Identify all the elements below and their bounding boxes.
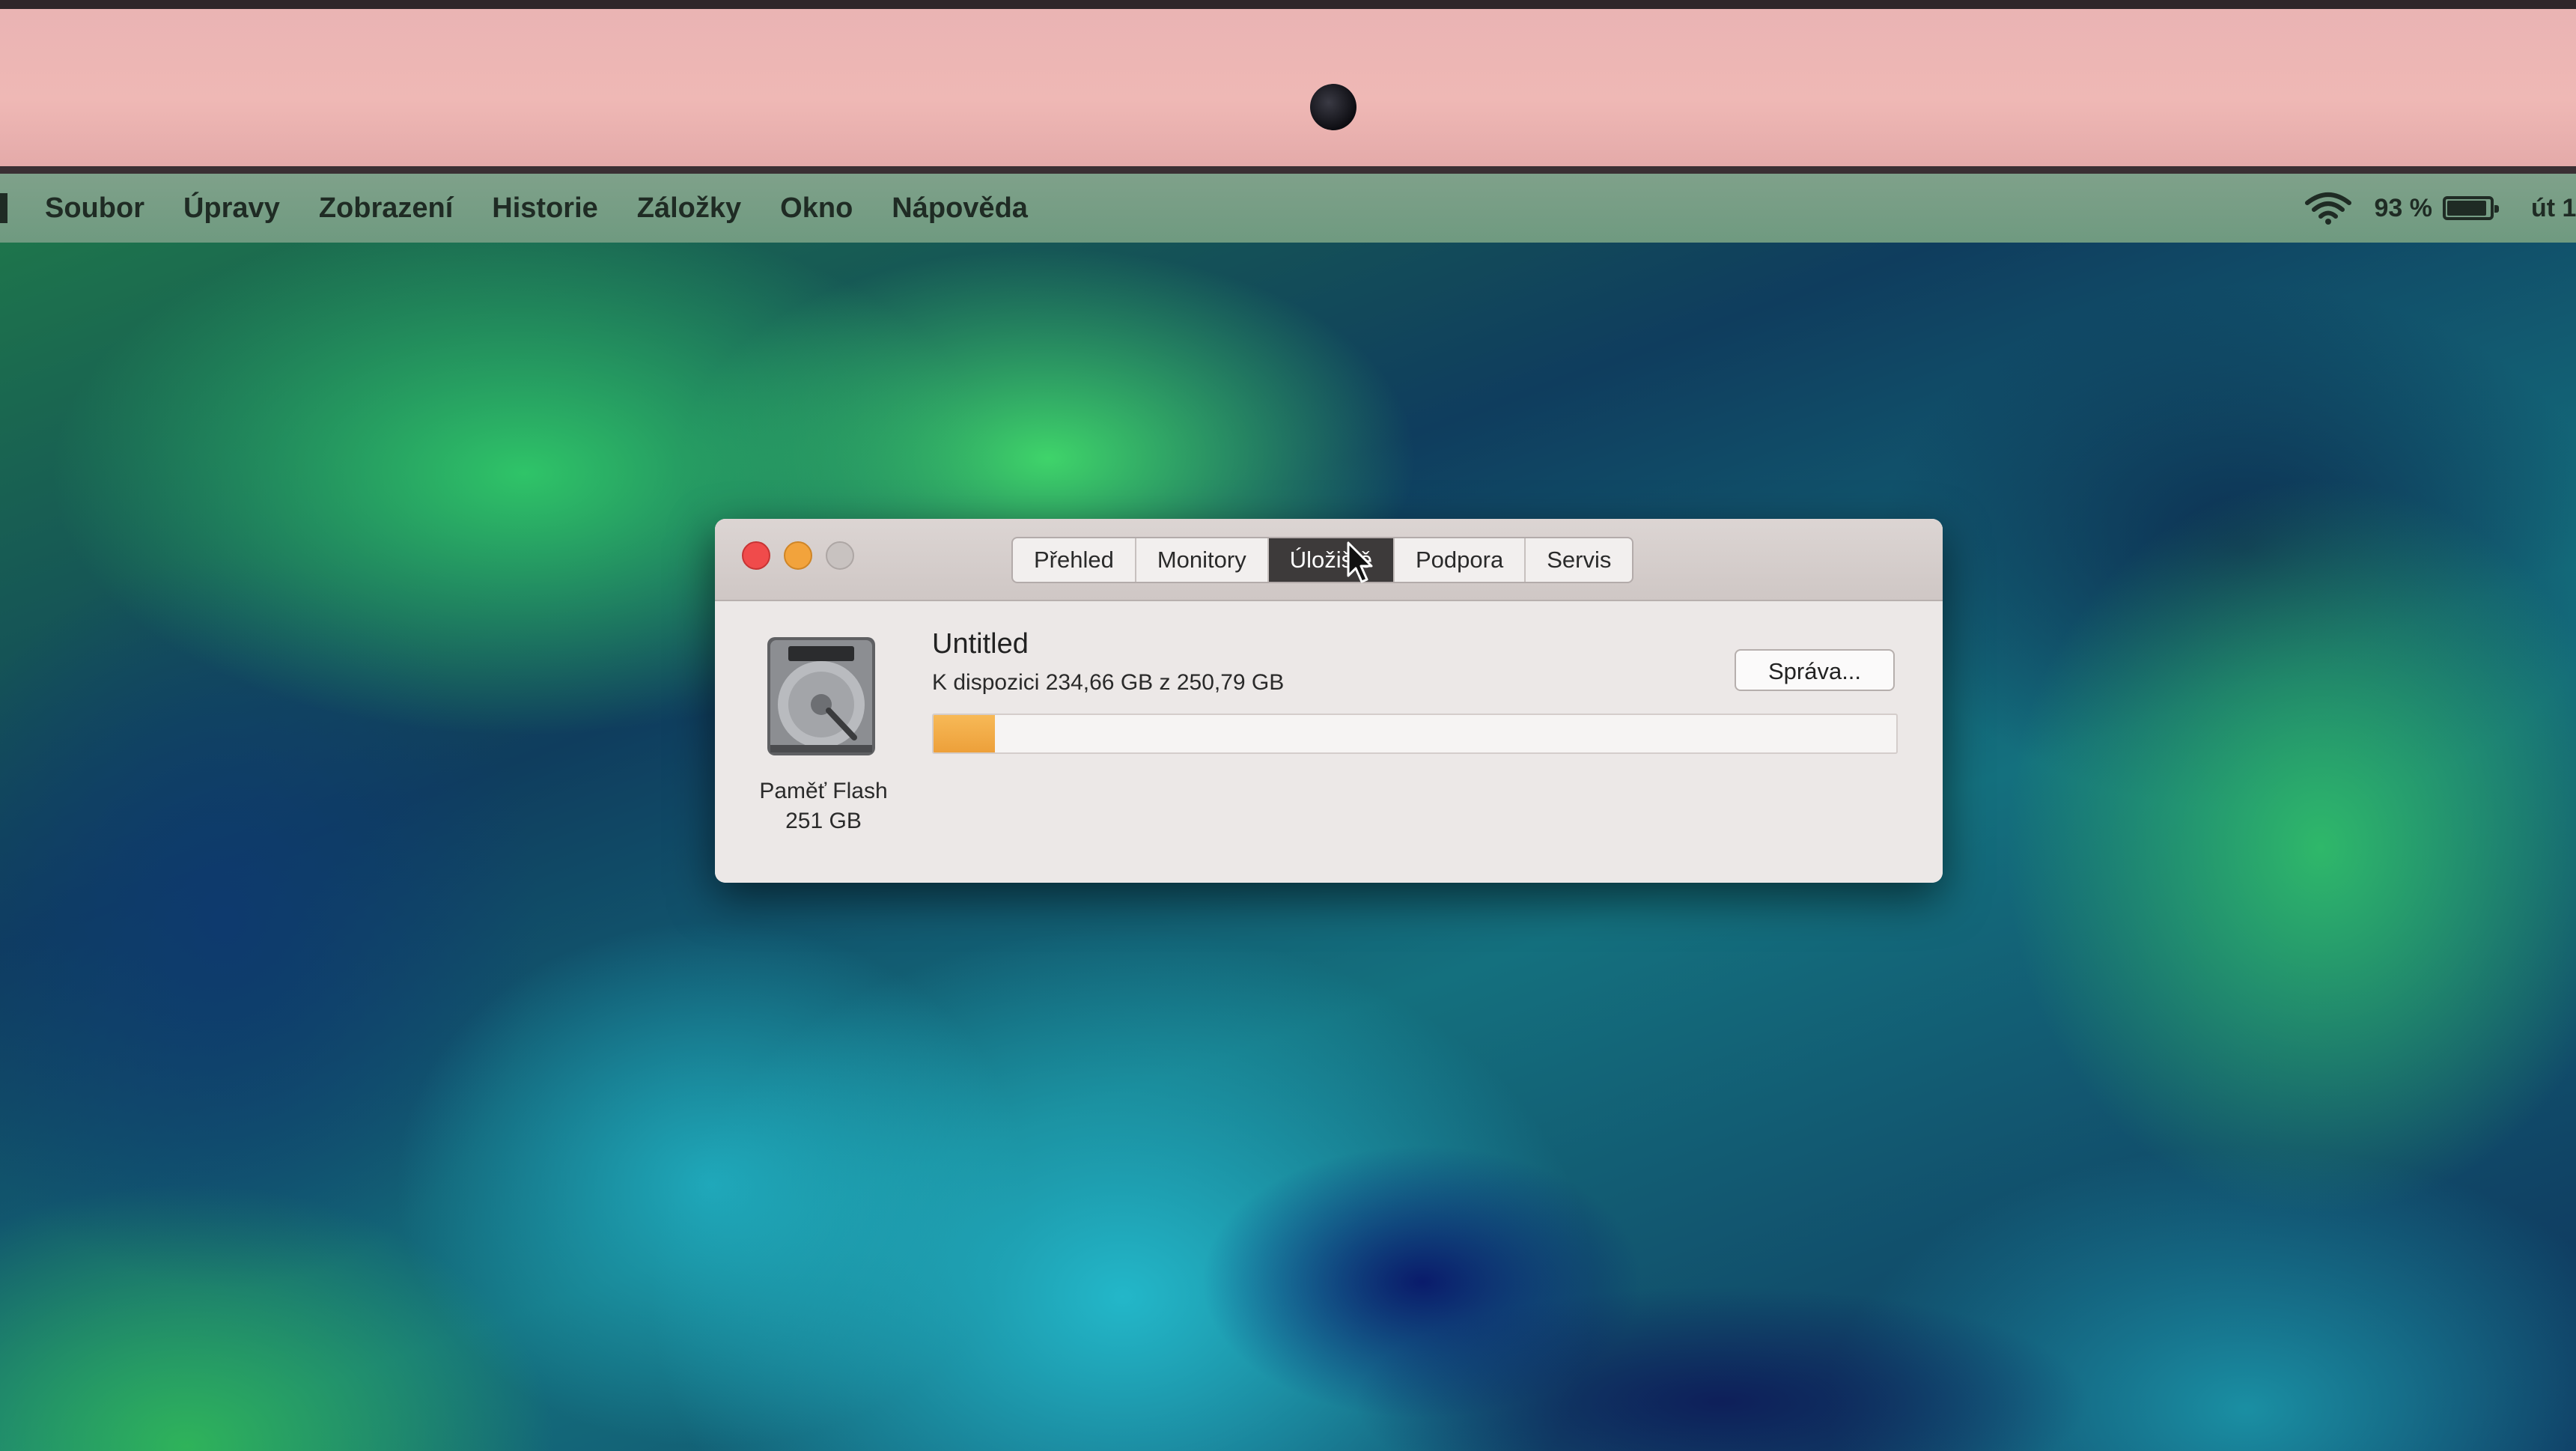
- camera-icon: [1310, 84, 1356, 130]
- storage-used-segment[interactable]: [934, 715, 996, 752]
- minimize-button[interactable]: [784, 541, 812, 570]
- mouse-pointer-icon: [1347, 541, 1373, 583]
- zoom-button[interactable]: [826, 541, 854, 570]
- menu-bar: Soubor Úpravy Zobrazení Historie Záložky…: [0, 174, 2576, 243]
- disk-label: Paměť Flash 251 GB: [715, 776, 932, 836]
- status-area: 93 % út 1: [2304, 174, 2576, 243]
- tab-monitory[interactable]: Monitory: [1136, 538, 1269, 582]
- disk-capacity: 251 GB: [785, 809, 862, 833]
- storage-pane: Paměť Flash 251 GB Untitled K dispozici …: [715, 601, 1943, 883]
- menu-zobrazeni[interactable]: Zobrazení: [319, 192, 453, 225]
- tab-bar: Přehled Monitory Úložiště Podpora Servis: [1011, 537, 1634, 583]
- tab-uloziste[interactable]: Úložiště: [1268, 538, 1395, 582]
- menu-items: Soubor Úpravy Zobrazení Historie Záložky…: [0, 174, 1067, 243]
- volume-title: Untitled: [932, 628, 1029, 660]
- volume-availability: K dispozici 234,66 GB z 250,79 GB: [932, 670, 1285, 695]
- battery-percent[interactable]: 93 %: [2375, 194, 2433, 223]
- laptop-bezel: [0, 0, 2576, 174]
- menu-zalozky[interactable]: Záložky: [637, 192, 741, 225]
- disk-type: Paměť Flash: [759, 779, 888, 803]
- photo-of-laptop-screen: Soubor Úpravy Zobrazení Historie Záložky…: [0, 0, 2576, 1451]
- menu-napoveda[interactable]: Nápověda: [892, 192, 1028, 225]
- tab-podpora[interactable]: Podpora: [1395, 538, 1526, 582]
- wifi-icon[interactable]: [2304, 191, 2352, 225]
- menu-historie[interactable]: Historie: [492, 192, 597, 225]
- storage-usage-bar[interactable]: [932, 714, 1898, 754]
- window-titlebar[interactable]: Přehled Monitory Úložiště Podpora Servis: [715, 519, 1943, 601]
- bezel-edge: [0, 0, 2576, 9]
- close-button[interactable]: [742, 541, 770, 570]
- battery-icon[interactable]: [2443, 196, 2499, 220]
- hard-drive-icon: [767, 637, 875, 755]
- menu-upravy[interactable]: Úpravy: [183, 192, 280, 225]
- manage-button[interactable]: Správa...: [1735, 649, 1895, 691]
- clock[interactable]: út 1: [2531, 194, 2576, 223]
- about-this-mac-window: Přehled Monitory Úložiště Podpora Servis: [715, 519, 1943, 883]
- menu-soubor[interactable]: Soubor: [45, 192, 144, 225]
- tab-prehled[interactable]: Přehled: [1013, 538, 1136, 582]
- battery-fill: [2447, 201, 2486, 216]
- app-menu-edge[interactable]: [0, 193, 7, 223]
- tab-servis[interactable]: Servis: [1526, 538, 1632, 582]
- menu-okno[interactable]: Okno: [780, 192, 853, 225]
